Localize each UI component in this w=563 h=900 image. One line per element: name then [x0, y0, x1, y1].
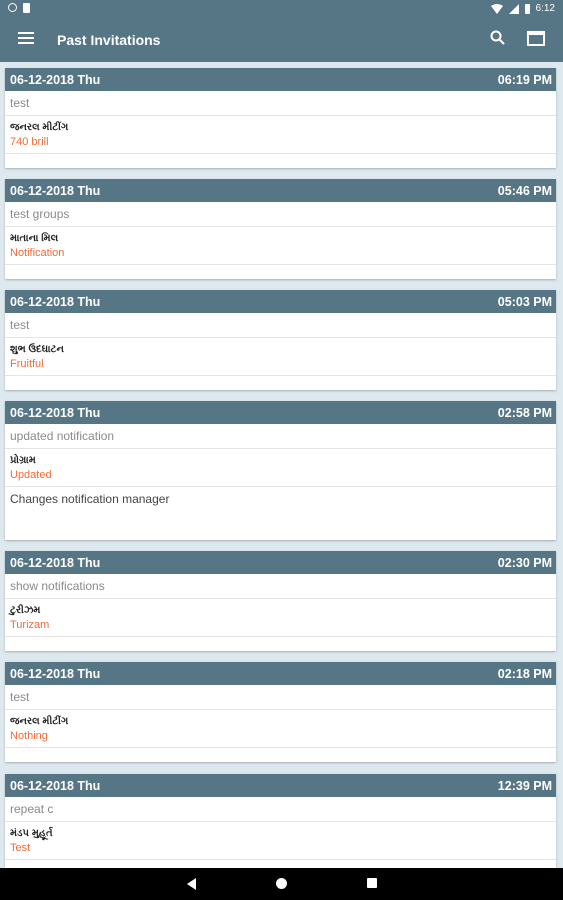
- card-header: 06-12-2018 Thu 05:03 PM: [5, 290, 556, 313]
- invitation-card[interactable]: 06-12-2018 Thu 02:58 PM updated notifica…: [5, 401, 556, 540]
- invitation-date: 06-12-2018 Thu: [10, 405, 101, 420]
- invitation-gujarati-title: મંડપ મુહૂર્ત: [10, 828, 53, 839]
- invitation-category: Turizam: [5, 617, 556, 637]
- invitation-card[interactable]: 06-12-2018 Thu 02:18 PM test જનરલ મીટીંગ…: [5, 662, 556, 762]
- invitation-list[interactable]: 06-12-2018 Thu 06:19 PM test જનરલ મીટીંગ…: [0, 62, 563, 868]
- card-header: 06-12-2018 Thu 12:39 PM: [5, 774, 556, 797]
- invitation-time: 02:18 PM: [497, 666, 552, 681]
- notification-icon: [8, 3, 17, 12]
- invitation-category: Fruitful: [5, 356, 556, 376]
- invitation-card[interactable]: 06-12-2018 Thu 05:03 PM test શુભ ઉદઘાટન …: [5, 290, 556, 390]
- app-bar: Past Invitations: [0, 18, 563, 62]
- sd-card-icon: [23, 3, 30, 13]
- invitation-time: 05:03 PM: [497, 294, 552, 309]
- invitation-time: 06:19 PM: [497, 72, 552, 87]
- invitation-date: 06-12-2018 Thu: [10, 666, 101, 681]
- invitation-topic: test: [5, 91, 556, 116]
- wifi-icon: [490, 3, 503, 14]
- invitation-gujarati-title: જનરલ મીટીંગ: [10, 122, 69, 133]
- invitation-topic: test groups: [5, 202, 556, 227]
- invitation-date: 06-12-2018 Thu: [10, 72, 101, 87]
- recent-apps-icon[interactable]: [367, 878, 377, 888]
- navigation-bar: [0, 868, 563, 900]
- card-header: 06-12-2018 Thu 02:58 PM: [5, 401, 556, 424]
- page-title: Past Invitations: [57, 32, 161, 48]
- card-header: 06-12-2018 Thu 02:18 PM: [5, 662, 556, 685]
- status-bar: 6:12: [0, 0, 563, 18]
- invitation-time: 05:46 PM: [497, 183, 552, 198]
- invitation-gujarati-title: ટુરીઝમ: [10, 605, 41, 616]
- back-icon[interactable]: [187, 878, 196, 890]
- battery-icon: [524, 3, 530, 14]
- card-header: 06-12-2018 Thu 06:19 PM: [5, 68, 556, 91]
- invitation-card[interactable]: 06-12-2018 Thu 06:19 PM test જનરલ મીટીંગ…: [5, 68, 556, 168]
- invitation-date: 06-12-2018 Thu: [10, 778, 101, 793]
- invitation-time: 12:39 PM: [497, 778, 552, 793]
- invitation-date: 06-12-2018 Thu: [10, 294, 101, 309]
- invitation-description: Changes notification manager: [10, 492, 170, 506]
- invitation-category: Updated: [5, 467, 556, 487]
- invitation-date: 06-12-2018 Thu: [10, 183, 101, 198]
- invitation-category: Nothing: [5, 728, 556, 748]
- invitation-card[interactable]: 06-12-2018 Thu 05:46 PM test groups માતા…: [5, 179, 556, 279]
- invitation-category: Notification: [5, 245, 556, 265]
- invitation-gujarati-title: જનરલ મીટીંગ: [10, 716, 69, 727]
- card-header: 06-12-2018 Thu 02:30 PM: [5, 551, 556, 574]
- invitation-gujarati-title: માતાના મિલ: [10, 233, 59, 244]
- invitation-category: Test: [5, 840, 556, 860]
- invitation-gujarati-title: પ્રોગ્રામ: [10, 455, 36, 466]
- invitation-date: 06-12-2018 Thu: [10, 555, 101, 570]
- invitation-topic: show notifications: [5, 574, 556, 599]
- invitation-gujarati-title: શુભ ઉદઘાટન: [10, 344, 64, 355]
- search-icon[interactable]: [490, 30, 506, 46]
- invitation-category: 740 brill: [5, 134, 556, 154]
- invitation-card[interactable]: 06-12-2018 Thu 12:39 PM repeat c મંડપ મુ…: [5, 774, 556, 868]
- invitation-topic: repeat c: [5, 797, 556, 822]
- menu-icon[interactable]: [18, 32, 34, 46]
- status-time: 6:12: [535, 3, 555, 14]
- card-header: 06-12-2018 Thu 05:46 PM: [5, 179, 556, 202]
- invitation-topic: test: [5, 685, 556, 710]
- window-icon[interactable]: [527, 31, 545, 46]
- signal-icon: [508, 3, 519, 14]
- invitation-card[interactable]: 06-12-2018 Thu 02:30 PM show notificatio…: [5, 551, 556, 651]
- invitation-time: 02:58 PM: [497, 405, 552, 420]
- invitation-topic: test: [5, 313, 556, 338]
- home-icon[interactable]: [276, 878, 287, 889]
- invitation-time: 02:30 PM: [497, 555, 552, 570]
- invitation-topic: updated notification: [5, 424, 556, 449]
